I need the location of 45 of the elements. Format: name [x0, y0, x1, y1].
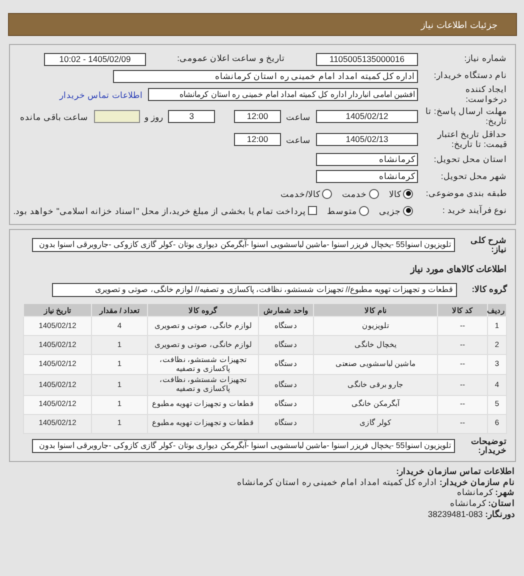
validity-time-field: 12:00: [234, 133, 281, 146]
radio-option[interactable]: متوسط: [327, 206, 369, 216]
radio-option[interactable]: کالا/خدمت: [280, 188, 332, 199]
radio-option[interactable]: کالا: [389, 188, 413, 199]
section-heading: اطلاعات کالاهای مورد نیاز: [410, 264, 507, 274]
need-number-field: 1105005135000016: [316, 52, 418, 66]
field-label: شماره نیاز:: [463, 54, 507, 64]
buyer-field: اداره کل کمیته امداد امام خمینی ره استان کرمانشاه: [113, 70, 418, 82]
buyer-contact-link[interactable]: اطلاعات تماس خریدار: [59, 90, 143, 100]
field-label: حداقل تاریخ اعتبار قیمت: تا تاریخ:: [436, 130, 507, 150]
field-label: مهلت ارسال پاسخ: تا تاریخ:: [424, 106, 507, 126]
goods-group-text: قطعات و تجهیزات تهویه مطبوع// تجهیزات شستشو، نظافت، پاکسازی و تصفیه// لوازم خانگی، صوتی و تصویری: [52, 283, 457, 298]
requester-field: افشین امامی انباردار اداره کل کمیته امداد امام خمینی ره استان کرمانشاه: [148, 88, 418, 102]
contact-line: نام سازمان خریدار: اداره کل کمیته امداد امام خمینی ره استان کرمانشاه: [236, 476, 515, 488]
field-label: نوع فرآیند خرید :: [442, 206, 507, 216]
field-label: گروه کالا:: [470, 285, 507, 295]
days-field: 3: [168, 110, 216, 124]
contact-line: شهر: کرمانشاه: [456, 487, 515, 498]
summary-text: تلویزیون اسنوا55 -یخچال فریزر اسنوا -ماشین لباسشویی اسنوا -آبگرمکن دیواری بوتان -کولر گازی کازوکی -جاروبرقی اسنوا بدون: [32, 238, 455, 252]
buyer-notes-text: تلویزیون اسنوا55 -یخچال فریزر اسنوا -ماشین لباسشویی اسنوا -آبگرمکن دیواری بوتان -کولر گازی کازوکی -جاروبرقی اسنوا بدون: [32, 439, 455, 454]
deadline-date-field: 1405/02/12: [316, 110, 418, 124]
radio-option[interactable]: خدمت: [342, 188, 379, 199]
field-label: ساعت باقی مانده: [20, 112, 89, 122]
field-label: ایجاد کننده درخواست:: [464, 85, 507, 105]
contact-line: استان: کرمانشاه: [448, 498, 515, 509]
field-label: توضیحات خریدار:: [470, 436, 507, 456]
payment-checkbox[interactable]: پرداخت تمام یا بخشی از مبلغ خرید،از محل "اسناد خزانه اسلامی" خواهد بود.: [13, 206, 317, 216]
field-label: طبقه بندی موضوعی:: [424, 188, 507, 198]
field-label: نام دستگاه خریدار:: [432, 71, 507, 81]
remaining-hours-field: [94, 110, 140, 124]
page-title: جزئیات اطلاعات نیاز: [420, 20, 498, 30]
field-label: شهر محل تحویل:: [440, 172, 507, 182]
field-label: ساعت: [286, 134, 311, 145]
field-label: ساعت: [286, 112, 311, 122]
field-label: تاریخ و ساعت اعلان عمومی:: [176, 54, 286, 64]
radio-option[interactable]: جزیی: [379, 206, 413, 216]
announce-date-field: 1405/02/09 - 10:02: [44, 52, 146, 66]
deadline-time-field: 12:00: [234, 110, 281, 124]
field-label: شرح کلی نیاز:: [470, 236, 507, 256]
validity-date-field: 1405/02/13: [316, 133, 418, 146]
field-label: روز و: [144, 112, 164, 122]
province-field: کرمانشاه: [316, 153, 418, 166]
city-field: کرمانشاه: [316, 170, 418, 184]
field-label: استان محل تحویل:: [432, 154, 507, 164]
contact-title: اطلاعات تماس سازمان خریدار:: [395, 466, 515, 477]
